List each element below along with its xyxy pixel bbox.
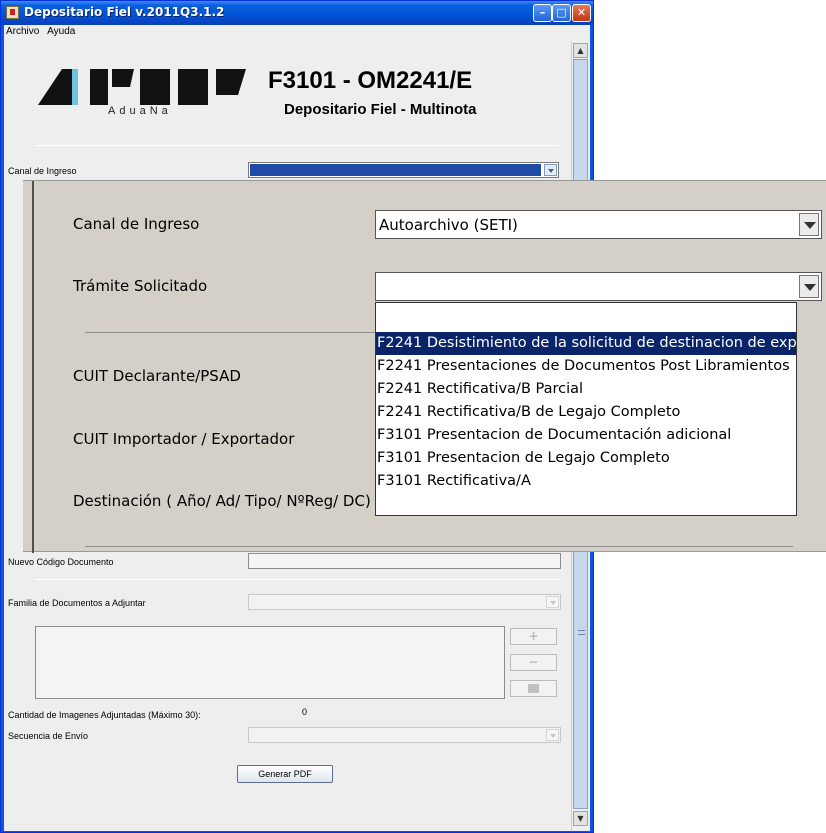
canal-selected-highlight: [250, 164, 541, 176]
nuevo-codigo-label: Nuevo Código Documento: [8, 557, 114, 567]
stage: Depositario Fiel v.2011Q3.1.2 – □ ✕ Arch…: [0, 0, 826, 833]
familia-documentos-label: Familia de Documentos a Adjuntar: [8, 598, 146, 608]
zoom-left-border: [32, 181, 34, 553]
tramite-option[interactable]: F3101 Rectificativa/A: [376, 470, 796, 493]
remove-document-button[interactable]: −: [510, 654, 557, 671]
canal-ingreso-select[interactable]: [248, 162, 559, 178]
add-document-button[interactable]: +: [510, 628, 557, 645]
zoom-tramite-select[interactable]: [375, 272, 822, 301]
tramite-option[interactable]: F2241 Rectificativa/B de Legajo Completo: [376, 401, 796, 424]
form-code-title: F3101 - OM2241/E: [268, 67, 473, 94]
zoom-tramite-label: Trámite Solicitado: [73, 277, 208, 295]
zoom-destinacion-label: Destinación ( Año/ Ad/ Tipo/ NºReg/ DC): [73, 492, 371, 510]
aduana-logo: AduaNa: [38, 65, 248, 135]
logo-text: AduaNa: [108, 105, 172, 117]
zoom-cuit-importador-label: CUIT Importador / Exportador: [73, 430, 295, 448]
canal-ingreso-label: Canal de Ingreso: [8, 166, 77, 176]
zoom-separator-bottom: [85, 546, 793, 547]
tramite-dropdown-list[interactable]: F2241 Desistimiento de la solicitud de d…: [375, 302, 797, 516]
minimize-button[interactable]: –: [533, 4, 552, 22]
zoom-cuit-declarante-label: CUIT Declarante/PSAD: [73, 367, 241, 385]
tramite-option[interactable]: F2241 Desistimiento de la solicitud de d…: [376, 332, 796, 355]
tramite-option[interactable]: F3101 Presentacion de Documentación adic…: [376, 424, 796, 447]
scroll-grip: [578, 630, 585, 635]
secuencia-envio-select[interactable]: [248, 727, 561, 743]
chevron-down-icon[interactable]: [546, 729, 559, 741]
chevron-down-icon[interactable]: [799, 275, 819, 298]
scroll-down-arrow[interactable]: ▼: [573, 811, 588, 826]
aduana-logo-shapes: [38, 69, 246, 105]
menu-ayuda[interactable]: Ayuda: [45, 25, 78, 37]
cantidad-imagenes-label: Cantidad de Imagenes Adjuntadas (Máximo …: [8, 710, 201, 720]
chevron-down-icon[interactable]: [544, 164, 557, 176]
mid-separator: [35, 579, 559, 580]
chevron-down-icon[interactable]: [546, 596, 559, 608]
form-subtitle: Depositario Fiel - Multinota: [284, 101, 477, 118]
cantidad-imagenes-value: 0: [302, 707, 308, 717]
zoom-separator-top: [85, 332, 375, 333]
scan-document-button[interactable]: [510, 680, 557, 697]
close-button[interactable]: ✕: [572, 4, 591, 22]
zoom-panel: Canal de Ingreso Autoarchivo (SETI) Trám…: [23, 180, 826, 553]
familia-documentos-select[interactable]: [248, 594, 561, 610]
tramite-option[interactable]: F3101 Presentacion de Legajo Completo: [376, 447, 796, 470]
documentos-list[interactable]: [35, 626, 505, 699]
window-title: Depositario Fiel v.2011Q3.1.2: [24, 5, 225, 19]
tramite-option[interactable]: F2241 Presentaciones de Documentos Post …: [376, 355, 796, 378]
maximize-button[interactable]: □: [552, 4, 571, 22]
zoom-canal-label: Canal de Ingreso: [73, 215, 200, 233]
scroll-up-arrow[interactable]: ▲: [573, 43, 588, 58]
scanner-icon: [528, 684, 539, 693]
java-app-icon: [6, 6, 19, 19]
menu-archivo[interactable]: Archivo: [4, 25, 42, 37]
nuevo-codigo-field[interactable]: [248, 553, 561, 569]
header-separator: [35, 145, 559, 146]
menu-bar: Archivo Ayuda: [4, 25, 590, 41]
generar-pdf-button[interactable]: Generar PDF: [237, 765, 333, 783]
secuencia-envio-label: Secuencia de Envío: [8, 731, 89, 741]
chevron-down-icon[interactable]: [799, 213, 819, 236]
zoom-canal-select[interactable]: Autoarchivo (SETI): [375, 210, 822, 239]
title-bar[interactable]: Depositario Fiel v.2011Q3.1.2 – □ ✕: [1, 1, 593, 25]
tramite-option[interactable]: F2241 Rectificativa/B Parcial: [376, 378, 796, 401]
tramite-option-blank[interactable]: [376, 303, 796, 326]
zoom-canal-value: Autoarchivo (SETI): [379, 216, 518, 234]
